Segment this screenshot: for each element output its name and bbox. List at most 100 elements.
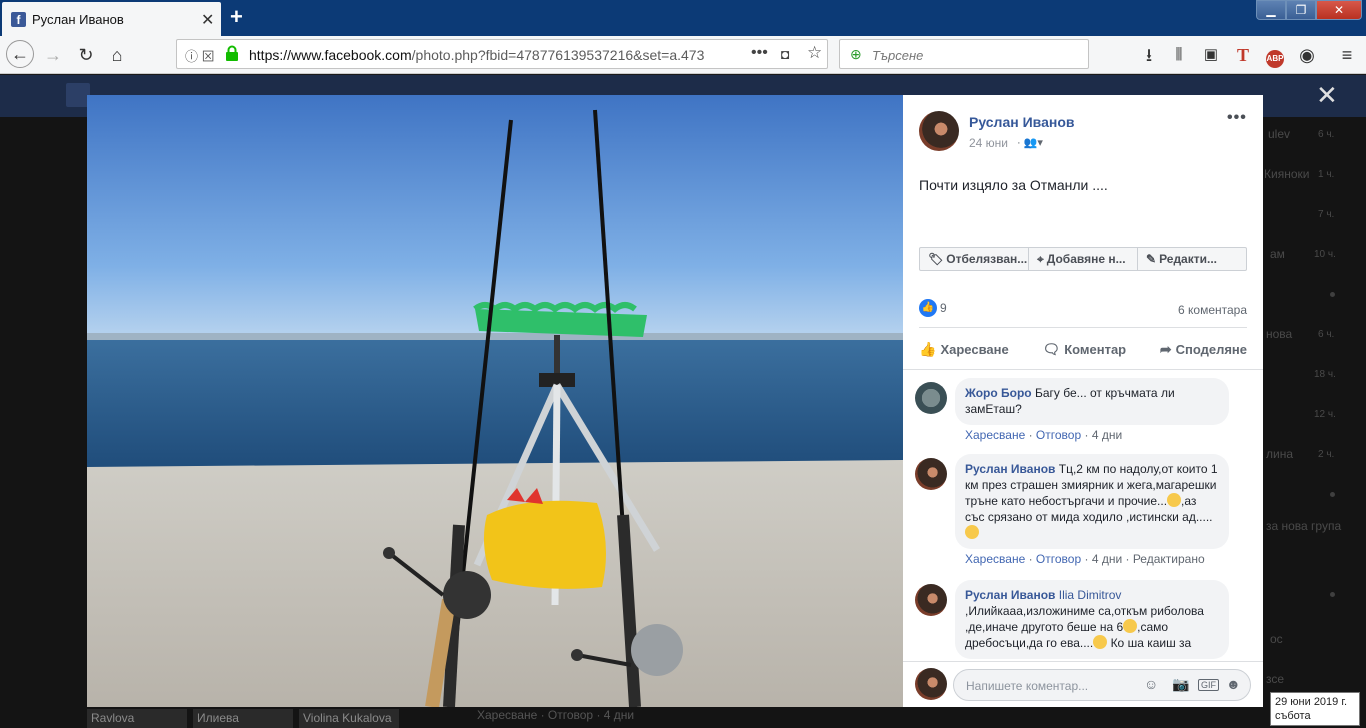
tooltip-weekday: събота: [1275, 710, 1311, 722]
comment-bubble: Руслан Иванов Ilia Dimitrov ,Илийкааа,из…: [955, 580, 1229, 659]
post-author[interactable]: Руслан Иванов: [969, 114, 1074, 130]
commenter-avatar[interactable]: [915, 382, 947, 414]
speech-bubble-icon: 🗨: [1042, 341, 1061, 357]
new-tab-icon[interactable]: +: [230, 4, 243, 30]
bg-comment-meta: Харесване · Отговор · 4 дни: [477, 708, 635, 722]
camera-icon[interactable]: 📷: [1172, 676, 1189, 693]
thumbs-up-icon: 👍: [919, 341, 937, 357]
relieved-emoji-icon: [1167, 493, 1182, 507]
comment-reply-link[interactable]: Отговор: [1036, 428, 1081, 442]
audience-friends-icon[interactable]: · 👥▾: [1017, 136, 1043, 149]
search-bar[interactable]: ⊕ Търсене: [839, 39, 1089, 69]
bg-sidebar-text: лина: [1266, 447, 1294, 461]
menu-icon[interactable]: ≡: [1334, 42, 1360, 68]
fishing-photo-image: [87, 95, 903, 707]
like-button[interactable]: 👍 Харесване: [919, 341, 1009, 358]
current-user-avatar: [915, 668, 947, 700]
site-info-icon[interactable]: ⓘ ⊠: [185, 46, 215, 65]
comment-like-link[interactable]: Харесване: [965, 428, 1025, 442]
gif-icon[interactable]: GIF: [1198, 679, 1219, 691]
tagged-user[interactable]: Ilia Dimitrov: [1059, 588, 1122, 602]
comment-time[interactable]: 4 дни: [1092, 428, 1122, 442]
bg-sidebar-text: нова: [1266, 327, 1293, 341]
comment-like-link[interactable]: Харесване: [965, 552, 1025, 566]
home-icon[interactable]: ⌂: [104, 42, 130, 68]
search-engine-icon: ⊕: [850, 46, 862, 62]
share-arrow-icon: ➦: [1159, 341, 1172, 357]
bg-name-strip: Ravlova Илиева Violina Kukalova: [87, 707, 407, 728]
bookmark-star-icon[interactable]: ☆: [807, 43, 822, 63]
browser-nav-bar: ← → ↻ ⌂ ⓘ ⊠ https://www.facebook.com/pho…: [0, 36, 1366, 74]
commenter-avatar[interactable]: [915, 458, 947, 490]
sticker-icon[interactable]: ☻: [1226, 676, 1241, 692]
comment-time[interactable]: 4 дни: [1092, 552, 1122, 566]
reload-icon[interactable]: ↻: [73, 42, 99, 68]
comment-meta: Харесване · Отговор · 4 дни: [965, 428, 1123, 442]
comment-reply-link[interactable]: Отговор: [1036, 552, 1081, 566]
emoji-icon[interactable]: ☺: [1144, 676, 1158, 692]
tab-close-icon[interactable]: ✕: [201, 10, 214, 30]
post-options-icon[interactable]: •••: [1227, 109, 1247, 127]
share-button[interactable]: ➦ Споделяне: [1160, 341, 1247, 358]
bg-sidebar-text: ам: [1270, 247, 1285, 261]
commenter-name[interactable]: Руслан Иванов: [965, 588, 1055, 602]
comment-bubble: Жоро Боро Багу бе... от кръчмата ли замЕ…: [955, 378, 1229, 425]
bg-sidebar-count: 10 ч.: [1314, 249, 1336, 260]
browser-tab-bar: f Руслан Иванов ✕ + ▁ ❐ ✕: [0, 0, 1366, 36]
comment: Руслан Иванов Ilia Dimitrov ,Илийкааа,из…: [915, 580, 1255, 661]
bg-sidebar-count: 18 ч.: [1314, 369, 1336, 380]
window-close-button[interactable]: ✕: [1316, 0, 1362, 20]
post-photo[interactable]: [87, 95, 903, 707]
comment-meta: Харесване · Отговор · 4 дни · Редактиран…: [965, 552, 1205, 566]
bg-sidebar-text: зсе: [1266, 672, 1285, 686]
post-actions: 👍 Харесване 🗨 Коментар ➦ Споделяне: [919, 341, 1247, 358]
page-actions-icon[interactable]: •••: [751, 44, 768, 62]
search-placeholder: Търсене: [872, 48, 924, 63]
comment-text: Ко ша каиш за: [1107, 636, 1192, 650]
like-summary[interactable]: 👍 9: [919, 299, 947, 317]
comment: Руслан Иванов Тц,2 км по надолу,от които…: [915, 454, 1255, 574]
bg-online-dot: [1330, 292, 1335, 297]
post-date[interactable]: 24 юни: [969, 136, 1008, 150]
library-icon[interactable]: ⫼: [1166, 42, 1192, 68]
browser-tab[interactable]: f Руслан Иванов ✕: [2, 2, 221, 36]
forward-icon[interactable]: →: [40, 42, 66, 68]
downloads-icon[interactable]: ⭳: [1136, 42, 1162, 68]
comment-input[interactable]: Напишете коментар... ☺ 📷 GIF ☻: [953, 669, 1251, 701]
commenter-name[interactable]: Жоро Боро: [965, 386, 1032, 400]
edit-button[interactable]: ✎ Редакти...: [1138, 248, 1246, 270]
url-text: https://www.facebook.com/photo.php?fbid=…: [249, 47, 705, 63]
edited-label[interactable]: Редактирано: [1133, 552, 1205, 566]
back-icon[interactable]: ←: [6, 40, 34, 68]
bg-name: Ravlova: [87, 709, 187, 728]
bg-name: Илиева: [193, 709, 293, 728]
tag-photo-button[interactable]: 🏷 Отбелязван...: [920, 248, 1029, 270]
translate-extension-icon[interactable]: T: [1230, 42, 1256, 68]
comment-list: Жоро Боро Багу бе... от кръчмата ли замЕ…: [903, 370, 1263, 661]
tag-icon: 🏷: [928, 252, 944, 266]
tooltip-date: 29 юни 2019 г.: [1275, 696, 1348, 708]
commenter-name[interactable]: Руслан Иванов: [965, 462, 1055, 476]
bg-online-dot: [1330, 592, 1335, 597]
bg-sidebar-text: ulev: [1268, 127, 1291, 141]
pocket-icon[interactable]: ◘: [781, 46, 789, 62]
comment-count[interactable]: 6 коментара: [1178, 303, 1247, 317]
bg-sidebar-count: 12 ч.: [1314, 409, 1336, 420]
comment-text: ,Илийкааа,изложиниме са,откъм риболова ,…: [965, 604, 1204, 634]
sidebar-icon[interactable]: ▣: [1198, 42, 1224, 68]
window-minimize-button[interactable]: ▁: [1256, 0, 1286, 20]
photo-action-row: 🏷 Отбелязван... ⌖ Добавяне н... ✎ Редакти..…: [919, 247, 1247, 271]
window-maximize-button[interactable]: ❐: [1286, 0, 1316, 20]
comment-button[interactable]: 🗨 Коментар: [1042, 341, 1126, 358]
post-caption: Почти изцяло за Отманли ....: [919, 177, 1108, 193]
add-location-button[interactable]: ⌖ Добавяне н...: [1029, 248, 1138, 270]
pensive-emoji-icon: [965, 525, 979, 539]
close-photo-icon[interactable]: ✕: [1316, 80, 1338, 111]
adblock-icon[interactable]: ABP: [1262, 42, 1288, 68]
bg-sidebar-count: 6 ч.: [1318, 329, 1335, 340]
author-avatar[interactable]: [919, 111, 959, 151]
url-bar[interactable]: ⓘ ⊠ https://www.facebook.com/photo.php?f…: [176, 39, 828, 69]
account-icon[interactable]: ◉: [1294, 42, 1320, 68]
commenter-avatar[interactable]: [915, 584, 947, 616]
bg-sidebar-count: 2 ч.: [1318, 449, 1335, 460]
